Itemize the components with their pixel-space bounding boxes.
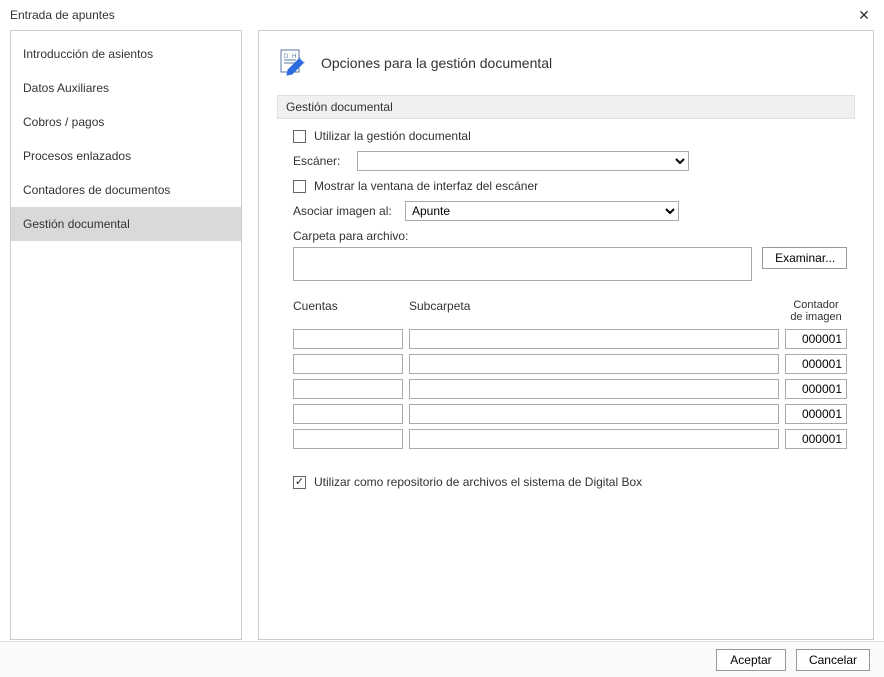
svg-text:H: H <box>292 54 296 60</box>
folder-path-input[interactable] <box>293 247 752 281</box>
document-options-icon: D H <box>277 47 309 79</box>
col-header-subcarpeta: Subcarpeta <box>409 299 779 323</box>
panel-title: Opciones para la gestión documental <box>321 55 552 71</box>
contador-input[interactable] <box>785 404 847 424</box>
cancel-button[interactable]: Cancelar <box>796 649 870 671</box>
col-header-contador: Contador de imagen <box>785 299 847 323</box>
table-row <box>293 429 847 449</box>
ok-button[interactable]: Aceptar <box>716 649 786 671</box>
main-panel: D H Opciones para la gestión documental … <box>258 30 874 640</box>
scanner-select[interactable] <box>357 151 689 171</box>
contador-input[interactable] <box>785 379 847 399</box>
subcarpeta-input[interactable] <box>409 329 779 349</box>
use-doc-mgmt-checkbox[interactable] <box>293 130 306 143</box>
show-scanner-ui-label: Mostrar la ventana de interfaz del escán… <box>314 179 538 193</box>
section-header: Gestión documental <box>277 95 855 119</box>
sidebar-item-contadores-documentos[interactable]: Contadores de documentos <box>11 173 241 207</box>
close-icon[interactable]: ✕ <box>854 8 874 22</box>
sidebar-item-datos-auxiliares[interactable]: Datos Auxiliares <box>11 71 241 105</box>
cuenta-input[interactable] <box>293 379 403 399</box>
browse-button[interactable]: Examinar... <box>762 247 847 269</box>
window-title: Entrada de apuntes <box>10 8 115 22</box>
contador-input[interactable] <box>785 354 847 374</box>
subcarpeta-input[interactable] <box>409 354 779 374</box>
table-row <box>293 354 847 374</box>
scanner-label: Escáner: <box>293 154 349 168</box>
folder-label: Carpeta para archivo: <box>293 229 408 243</box>
sidebar-item-introduccion-asientos[interactable]: Introducción de asientos <box>11 37 241 71</box>
use-doc-mgmt-label: Utilizar la gestión documental <box>314 129 471 143</box>
show-scanner-ui-checkbox[interactable] <box>293 180 306 193</box>
contador-input[interactable] <box>785 329 847 349</box>
sidebar-item-gestion-documental[interactable]: Gestión documental <box>11 207 241 241</box>
dialog-footer: Aceptar Cancelar <box>0 641 884 677</box>
digital-box-label: Utilizar como repositorio de archivos el… <box>314 475 642 489</box>
table-row <box>293 329 847 349</box>
cuenta-input[interactable] <box>293 354 403 374</box>
assoc-image-label: Asociar imagen al: <box>293 204 397 218</box>
svg-text:D: D <box>284 54 289 60</box>
subcarpeta-input[interactable] <box>409 404 779 424</box>
cuenta-input[interactable] <box>293 329 403 349</box>
sidebar: Introducción de asientos Datos Auxiliare… <box>10 30 242 640</box>
table-row <box>293 404 847 424</box>
cuenta-input[interactable] <box>293 429 403 449</box>
col-header-cuentas: Cuentas <box>293 299 403 323</box>
subcarpeta-input[interactable] <box>409 379 779 399</box>
accounts-grid: Cuentas Subcarpeta Contador de imagen <box>293 299 847 449</box>
sidebar-item-procesos-enlazados[interactable]: Procesos enlazados <box>11 139 241 173</box>
digital-box-checkbox[interactable] <box>293 476 306 489</box>
table-row <box>293 379 847 399</box>
cuenta-input[interactable] <box>293 404 403 424</box>
subcarpeta-input[interactable] <box>409 429 779 449</box>
sidebar-item-cobros-pagos[interactable]: Cobros / pagos <box>11 105 241 139</box>
assoc-image-select[interactable]: Apunte <box>405 201 679 221</box>
contador-input[interactable] <box>785 429 847 449</box>
